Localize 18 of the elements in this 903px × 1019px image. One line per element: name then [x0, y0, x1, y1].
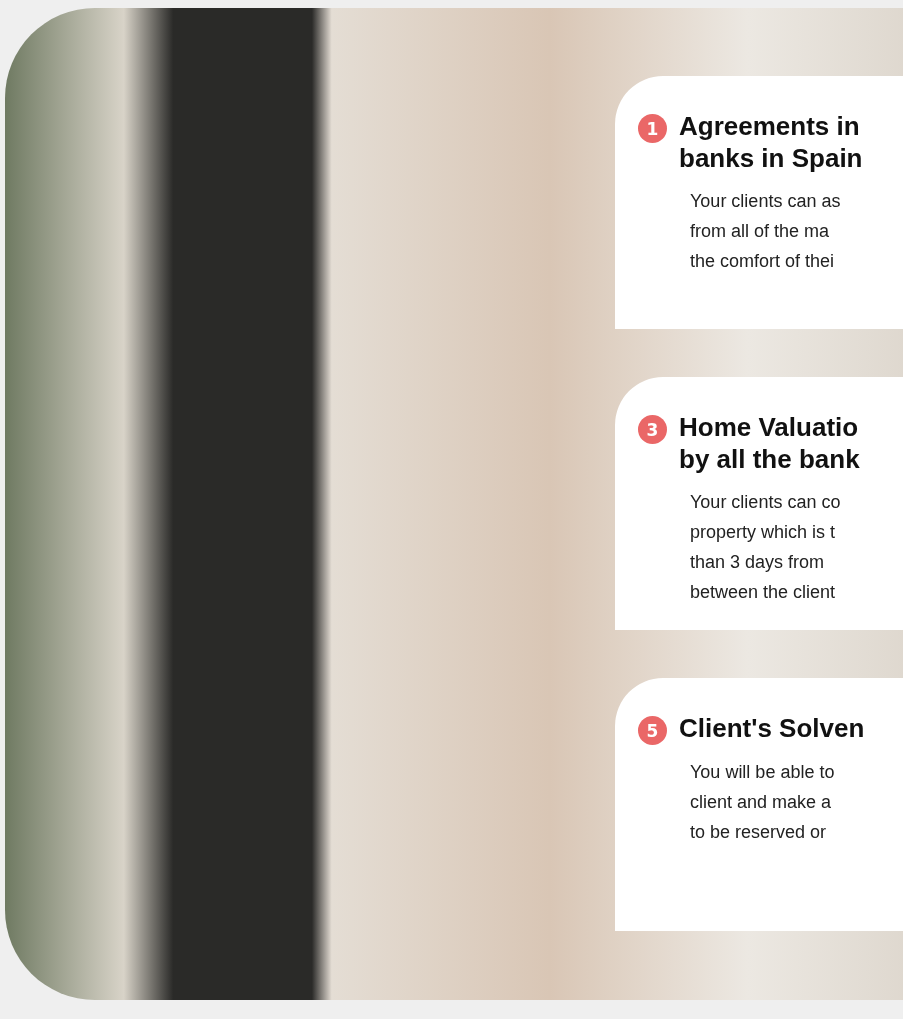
step-number-badge: 3: [638, 415, 667, 444]
card-text: between the client: [690, 581, 837, 604]
card-title: Agreements in: [679, 110, 861, 142]
card-text: client and make a: [690, 791, 833, 814]
card-title: Home Valuatio: [679, 411, 860, 443]
card-title: by all the bank: [679, 443, 860, 475]
card-text: property which is t: [690, 521, 837, 544]
step-number-badge: 1: [638, 114, 667, 143]
card-text: the comfort of thei: [690, 250, 836, 273]
card-text: Your clients can as: [690, 190, 842, 213]
card-text: Your clients can co: [690, 491, 842, 514]
card-text: to be reserved or: [690, 821, 828, 844]
card-text: from all of the ma: [690, 220, 831, 243]
card-text: than 3 days from: [690, 551, 826, 574]
step-number-badge: 5: [638, 716, 667, 745]
card-text: You will be able to: [690, 761, 836, 784]
card-title: Client's Solven: [679, 712, 865, 744]
card-title: banks in Spain: [679, 142, 863, 174]
